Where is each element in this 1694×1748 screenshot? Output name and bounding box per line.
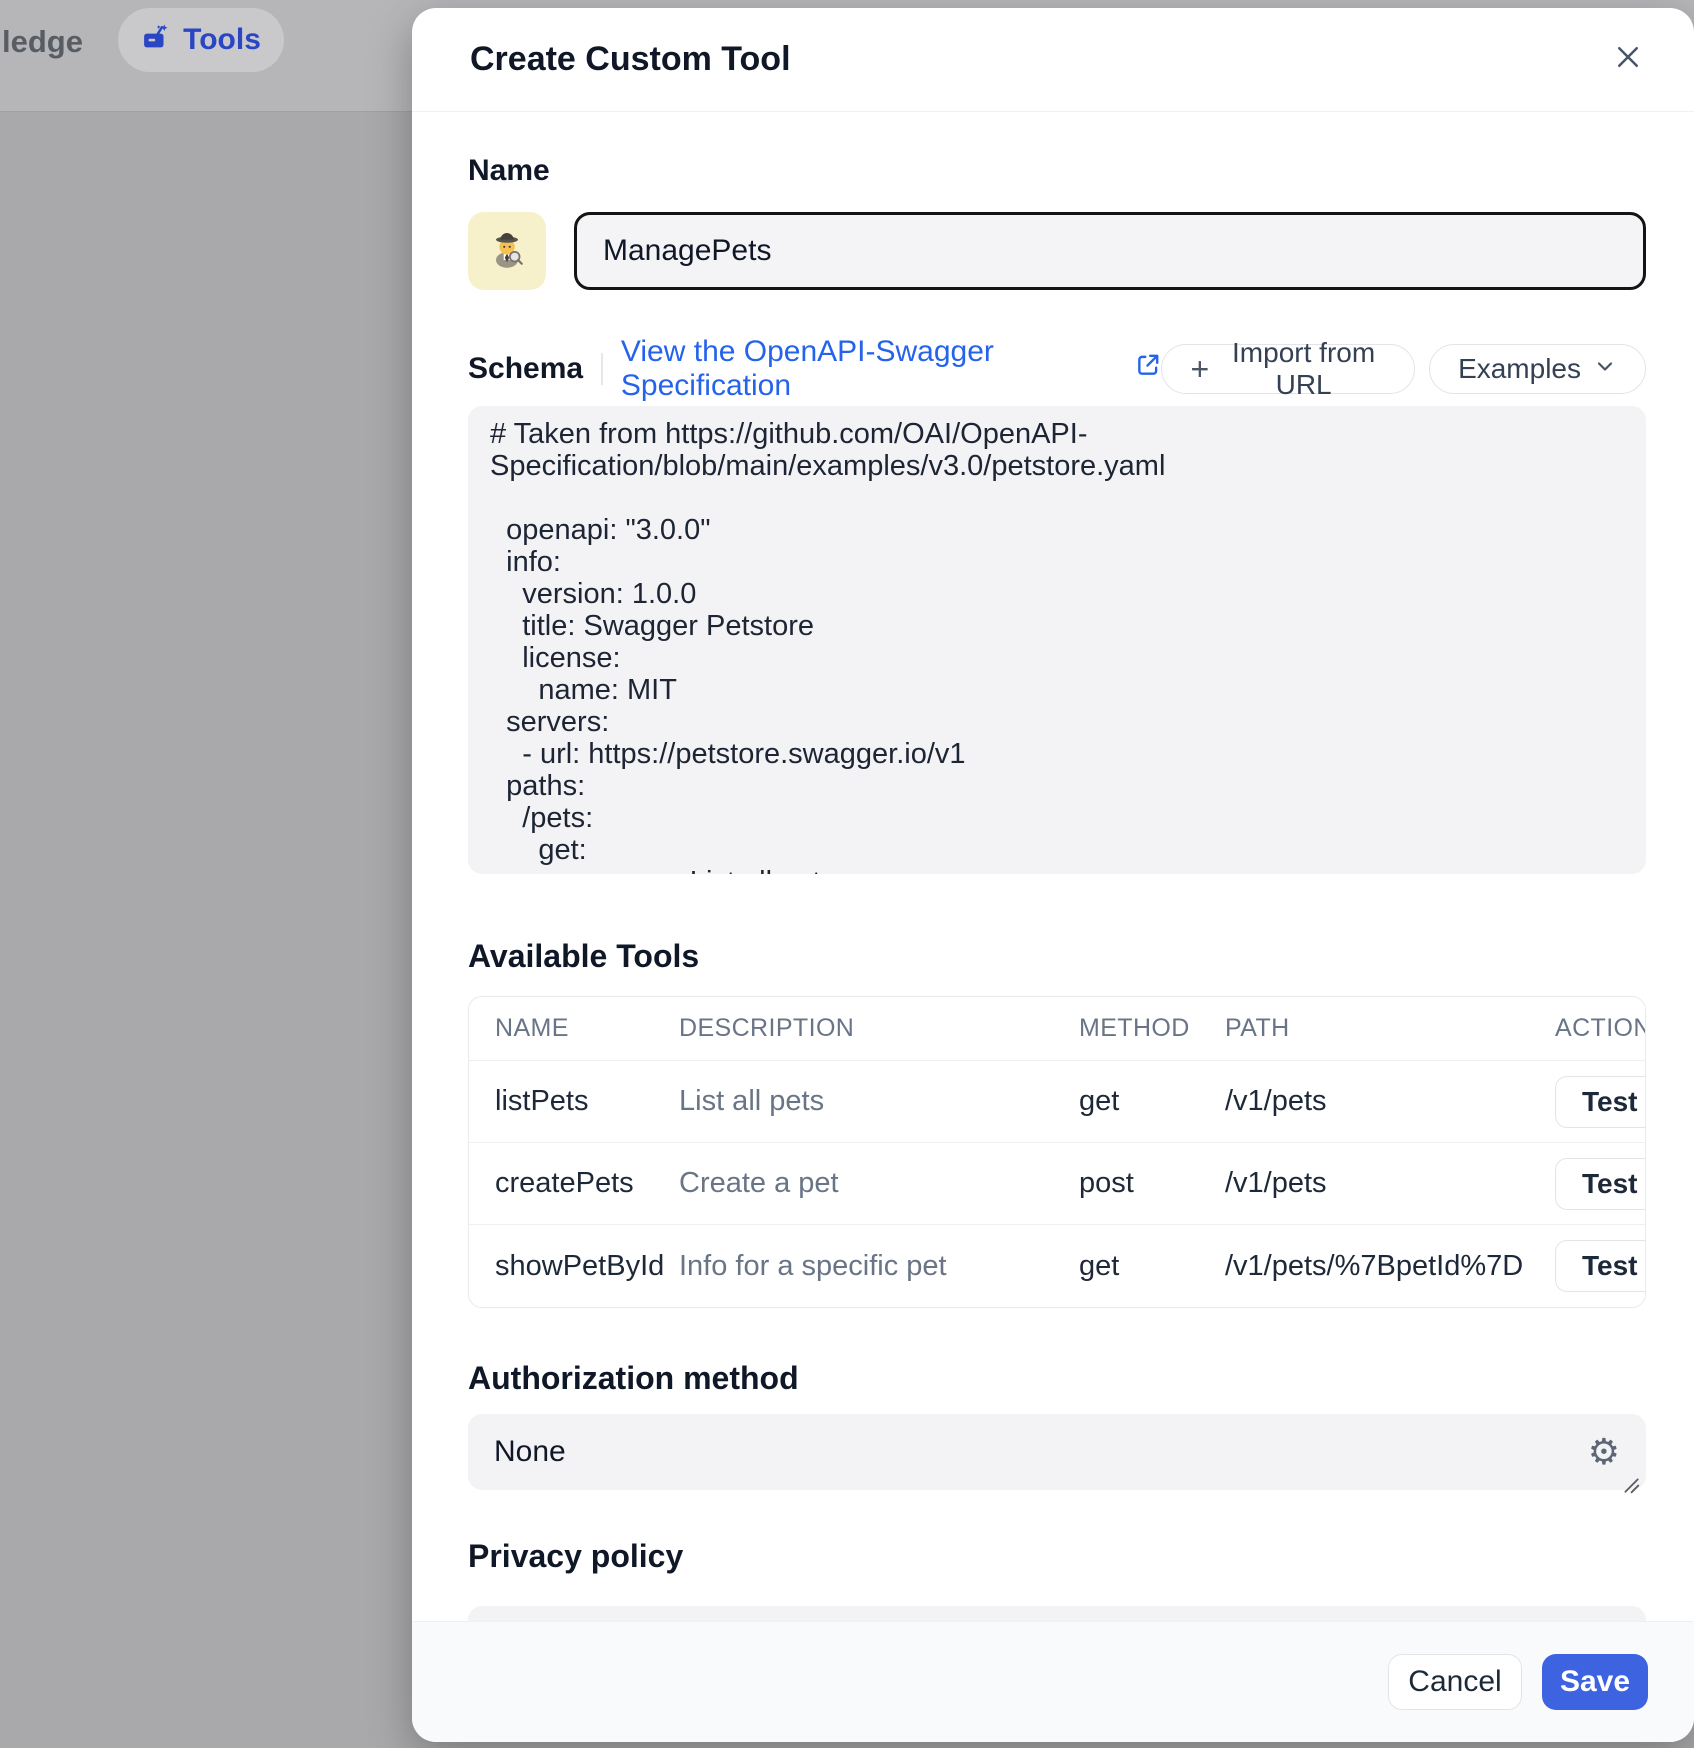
modal-title: Create Custom Tool: [470, 40, 791, 79]
tool-path: /v1/pets/%7BpetId%7D: [1225, 1250, 1555, 1283]
table-header-row: NAME DESCRIPTION METHOD PATH ACTIONS: [469, 997, 1645, 1061]
privacy-policy-heading: Privacy policy: [468, 1538, 1646, 1574]
tool-method: post: [1079, 1167, 1225, 1200]
schema-label: Schema: [468, 352, 583, 386]
table-row: listPets List all pets get /v1/pets Test: [469, 1061, 1645, 1143]
tool-name-input[interactable]: [574, 212, 1646, 290]
tool-description: Info for a specific pet: [679, 1250, 1079, 1283]
schema-row: Schema View the OpenAPI-Swagger Specific…: [468, 344, 1646, 394]
column-header-actions: ACTIONS: [1555, 1014, 1646, 1043]
detective-emoji-icon: [485, 227, 529, 276]
authorization-method-value: None: [494, 1435, 566, 1469]
emoji-picker-button[interactable]: [468, 212, 546, 290]
cancel-button[interactable]: Cancel: [1388, 1654, 1522, 1710]
tool-description: Create a pet: [679, 1167, 1079, 1200]
authorization-method-heading: Authorization method: [468, 1360, 1646, 1396]
tool-method: get: [1079, 1085, 1225, 1118]
import-from-url-label: Import from URL: [1221, 337, 1386, 401]
gear-icon[interactable]: ⚙: [1588, 1434, 1620, 1470]
external-link-icon: [1135, 352, 1161, 386]
vertical-divider: [601, 353, 603, 385]
create-custom-tool-modal: Create Custom Tool Name: [412, 8, 1694, 1742]
column-header-description: DESCRIPTION: [679, 1014, 1079, 1043]
test-button[interactable]: Test: [1555, 1240, 1646, 1292]
modal-footer: Cancel Save: [412, 1622, 1694, 1742]
table-row: createPets Create a pet post /v1/pets Te…: [469, 1143, 1645, 1225]
available-tools-table: NAME DESCRIPTION METHOD PATH ACTIONS lis…: [468, 996, 1646, 1308]
tool-description: List all pets: [679, 1085, 1079, 1118]
tool-method: get: [1079, 1250, 1225, 1283]
tab-tools-label: Tools: [183, 23, 261, 57]
test-button[interactable]: Test: [1555, 1076, 1646, 1128]
import-from-url-button[interactable]: + Import from URL: [1161, 344, 1415, 394]
column-header-path: PATH: [1225, 1014, 1555, 1043]
background-nav-knowledge-label: ledge: [2, 24, 83, 60]
table-row: showPetById Info for a specific pet get …: [469, 1225, 1645, 1307]
tool-name: listPets: [495, 1085, 679, 1118]
tool-name: createPets: [495, 1167, 679, 1200]
authorization-method-field[interactable]: None ⚙: [468, 1414, 1646, 1490]
column-header-name: NAME: [495, 1014, 679, 1043]
examples-label: Examples: [1458, 353, 1581, 385]
tool-path: /v1/pets: [1225, 1085, 1555, 1118]
schema-actions: + Import from URL Examples: [1161, 344, 1646, 394]
tool-path: /v1/pets: [1225, 1167, 1555, 1200]
column-header-method: METHOD: [1079, 1014, 1225, 1043]
tools-icon: [141, 23, 171, 58]
name-label: Name: [468, 154, 1646, 188]
schema-textarea[interactable]: # Taken from https://github.com/OAI/Open…: [468, 406, 1646, 874]
openapi-spec-link[interactable]: View the OpenAPI-Swagger Specification: [621, 335, 1162, 403]
save-button[interactable]: Save: [1542, 1654, 1648, 1710]
close-icon: [1613, 42, 1643, 77]
modal-body: Name: [412, 154, 1694, 1748]
name-row: [468, 212, 1646, 290]
close-button[interactable]: [1606, 38, 1650, 82]
plus-icon: +: [1190, 353, 1209, 385]
chevron-down-icon: [1593, 353, 1617, 385]
modal-header: Create Custom Tool: [412, 8, 1694, 112]
tool-name: showPetById: [495, 1250, 679, 1283]
test-button[interactable]: Test: [1555, 1158, 1646, 1210]
tab-tools[interactable]: Tools: [118, 8, 284, 72]
available-tools-heading: Available Tools: [468, 938, 1646, 974]
openapi-spec-link-label: View the OpenAPI-Swagger Specification: [621, 335, 1126, 403]
examples-dropdown-button[interactable]: Examples: [1429, 344, 1646, 394]
